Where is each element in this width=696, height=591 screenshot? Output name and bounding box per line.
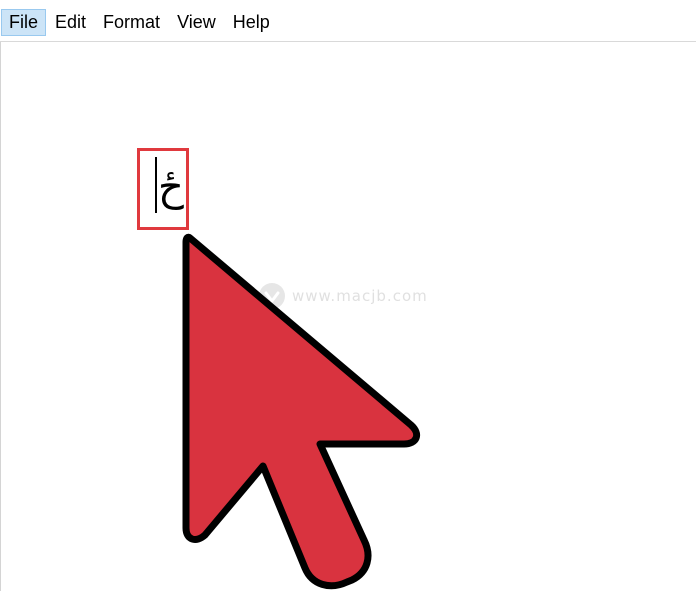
mouse-pointer-arrow-icon xyxy=(182,233,421,590)
notepad-window: File Edit Format View Help ځ www.macjb.c… xyxy=(0,0,696,591)
